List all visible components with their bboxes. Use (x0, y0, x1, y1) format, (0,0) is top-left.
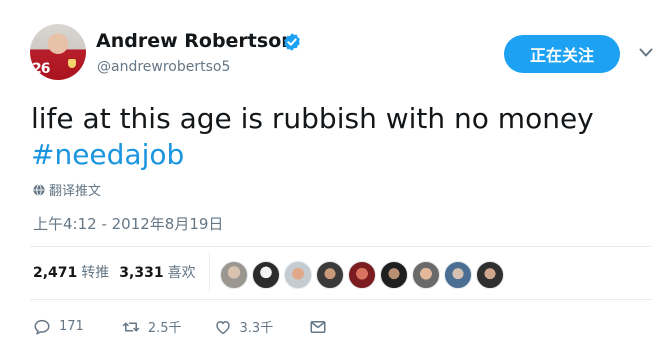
stats-divider (209, 253, 210, 291)
liker-avatar[interactable] (444, 261, 472, 289)
like-button[interactable]: 3.3千 (214, 317, 274, 336)
liker-avatars (220, 261, 504, 289)
divider-top (30, 246, 652, 247)
verified-badge-icon (284, 33, 300, 51)
tweet-body: life at this age is rubbish with no mone… (31, 102, 594, 135)
liker-avatar[interactable] (316, 261, 344, 289)
hashtag-link[interactable]: #needajob (31, 137, 631, 173)
globe-icon (33, 183, 45, 196)
tweet-actions: 171 2.5千 3.3千 (33, 317, 327, 336)
direct-message-icon (310, 320, 326, 333)
like-count: 3.3千 (239, 321, 274, 336)
reply-icon (34, 319, 50, 334)
retweet-button[interactable]: 2.5千 (122, 317, 182, 336)
direct-message-button[interactable] (309, 318, 327, 336)
avatar[interactable]: 26 (30, 24, 86, 80)
retweets-stat[interactable]: 2,471 转推 (33, 262, 109, 282)
likes-stat[interactable]: 3,331 喜欢 (119, 262, 195, 282)
liker-avatar[interactable] (380, 261, 408, 289)
liker-avatar[interactable] (220, 261, 248, 289)
tweet-card: 26 Andrew Robertson @andrewrobertso5 正在关… (0, 0, 664, 355)
reply-button[interactable]: 171 (33, 318, 84, 336)
author-handle[interactable]: @andrewrobertso5 (97, 59, 230, 75)
divider-bottom (30, 299, 652, 300)
liker-avatar[interactable] (284, 261, 312, 289)
avatar-crest (68, 59, 76, 68)
liker-avatar[interactable] (252, 261, 280, 289)
retweets-count: 2,471 (33, 265, 78, 281)
likes-count: 3,331 (119, 265, 164, 281)
translate-tweet-link[interactable]: 翻译推文 (33, 180, 101, 199)
liker-avatar[interactable] (412, 261, 440, 289)
engagement-stats: 2,471 转推 3,331 喜欢 (33, 262, 196, 282)
tweet-timestamp[interactable]: 上午4:12 - 2012年8月19日 (33, 213, 223, 234)
retweet-icon (122, 322, 140, 331)
author-display-name[interactable]: Andrew Robertson (96, 30, 295, 52)
heart-icon (215, 320, 230, 334)
chevron-down-icon[interactable] (639, 48, 653, 58)
following-button[interactable]: 正在关注 (504, 35, 620, 73)
avatar-jersey-number: 26 (32, 61, 51, 77)
retweets-label: 转推 (81, 265, 110, 281)
reply-count: 171 (59, 319, 84, 334)
tweet-text: life at this age is rubbish with no mone… (31, 101, 631, 173)
liker-avatar[interactable] (348, 261, 376, 289)
retweet-count: 2.5千 (147, 321, 182, 336)
likes-label: 喜欢 (167, 265, 196, 281)
liker-avatar[interactable] (476, 261, 504, 289)
translate-label: 翻译推文 (49, 184, 102, 199)
